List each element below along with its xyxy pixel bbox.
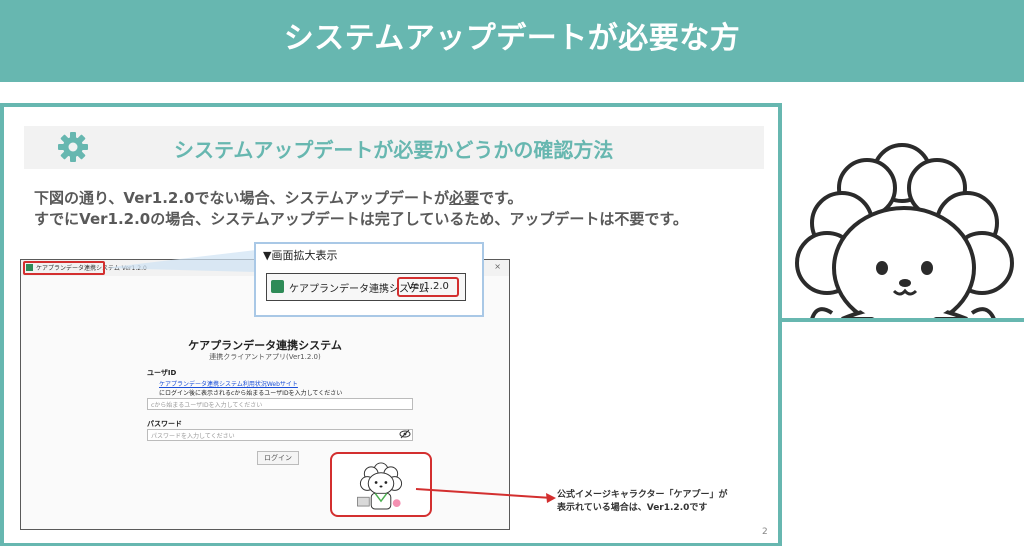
page-title: システムアップデートが必要な方 xyxy=(283,21,741,56)
mascot-dog-illustration xyxy=(795,143,1014,319)
app-icon xyxy=(271,280,284,293)
page-number: 2 xyxy=(762,527,768,537)
slide-panel: システムアップデートが必要かどうかの確認方法 下図の通り、Ver1.2.0でない… xyxy=(0,103,782,546)
zoom-title: ▼画面拡大表示 xyxy=(263,249,338,262)
character-note-line-1: 公式イメージキャラクター「ケアプー」が xyxy=(557,490,728,500)
character-note-line-2: 表示れている場合は、Ver1.2.0です xyxy=(557,503,708,513)
zoom-callout: ▼画面拡大表示 ケアプランデータ連携システム Ver1.2.0 xyxy=(254,242,484,317)
header-bar: システムアップデートが必要な方 xyxy=(0,0,1024,82)
callout-connector xyxy=(104,250,556,503)
divider-bar xyxy=(782,318,1024,322)
zoomed-titlebar: ケアプランデータ連携システム Ver1.2.0 xyxy=(266,273,466,301)
version-label: Ver1.2.0 xyxy=(397,277,459,297)
